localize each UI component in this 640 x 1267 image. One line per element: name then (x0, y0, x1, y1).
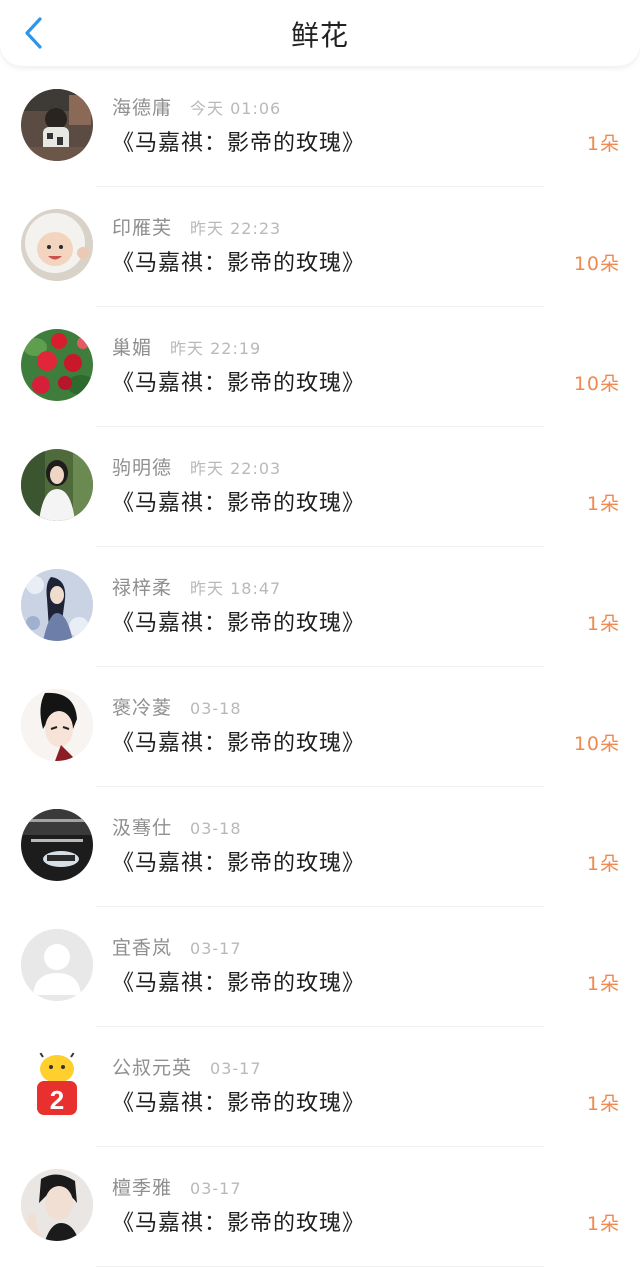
list-item[interactable]: 禄梓柔 昨天 18:47 《马嘉祺：影帝的玫瑰》 1朵 (0, 547, 640, 667)
gift-list: 海德庸 今天 01:06 《马嘉祺：影帝的玫瑰》 1朵 印雁芙 昨天 22:23… (0, 67, 640, 1267)
gift-title: 《马嘉祺：影帝的玫瑰》 (112, 1211, 366, 1236)
list-item[interactable]: 汲骞仕 03-18 《马嘉祺：影帝的玫瑰》 1朵 (0, 787, 640, 907)
gift-title: 《马嘉祺：影帝的玫瑰》 (112, 611, 366, 636)
timestamp: 昨天 22:19 (170, 339, 262, 358)
timestamp: 昨天 22:03 (190, 459, 282, 478)
bee-badge-icon: 2 (21, 1049, 93, 1121)
top-nav-bar: 鲜花 (0, 0, 640, 66)
sender-name: 褒冷菱 (112, 697, 173, 719)
gift-title: 《马嘉祺：影帝的玫瑰》 (112, 371, 366, 396)
timestamp: 03-17 (190, 939, 242, 958)
avatar[interactable] (21, 569, 93, 641)
flower-count: 1朵 (586, 613, 620, 635)
avatar[interactable] (21, 689, 93, 761)
timestamp: 今天 01:06 (190, 99, 282, 118)
avatar[interactable] (21, 209, 93, 281)
sender-name: 檀季雅 (112, 1177, 173, 1199)
gift-title: 《马嘉祺：影帝的玫瑰》 (112, 491, 366, 516)
sender-name: 宜香岚 (112, 937, 173, 959)
flower-count: 1朵 (586, 973, 620, 995)
avatar[interactable]: 2 (21, 1049, 93, 1121)
flower-count: 1朵 (586, 1093, 620, 1115)
list-item[interactable]: 2 公叔元英 03-17 《马嘉祺：影帝的玫瑰》 1朵 (0, 1027, 640, 1147)
timestamp: 03-17 (210, 1059, 262, 1078)
avatar[interactable] (21, 449, 93, 521)
avatar[interactable] (21, 809, 93, 881)
sender-name: 印雁芙 (112, 217, 173, 239)
list-item[interactable]: 褒冷菱 03-18 《马嘉祺：影帝的玫瑰》 10朵 (0, 667, 640, 787)
list-item[interactable]: 檀季雅 03-17 《马嘉祺：影帝的玫瑰》 1朵 (0, 1147, 640, 1267)
gift-title: 《马嘉祺：影帝的玫瑰》 (112, 851, 366, 876)
sender-name: 巢媚 (112, 337, 153, 359)
flower-count: 1朵 (586, 133, 620, 155)
flower-count: 10朵 (573, 373, 620, 395)
gift-title: 《马嘉祺：影帝的玫瑰》 (112, 251, 366, 276)
avatar[interactable] (21, 89, 93, 161)
avatar[interactable] (21, 1169, 93, 1241)
page-title: 鲜花 (290, 19, 349, 52)
gift-title: 《马嘉祺：影帝的玫瑰》 (112, 971, 366, 996)
timestamp: 03-17 (190, 1179, 242, 1198)
avatar[interactable] (21, 329, 93, 401)
sender-name: 禄梓柔 (112, 577, 173, 599)
avatar[interactable] (21, 929, 93, 1001)
list-item[interactable]: 巢媚 昨天 22:19 《马嘉祺：影帝的玫瑰》 10朵 (0, 307, 640, 427)
svg-text:2: 2 (50, 1085, 64, 1115)
timestamp: 03-18 (190, 699, 242, 718)
timestamp: 昨天 18:47 (190, 579, 282, 598)
timestamp: 03-18 (190, 819, 242, 838)
flower-count: 10朵 (573, 733, 620, 755)
gift-title: 《马嘉祺：影帝的玫瑰》 (112, 731, 366, 756)
flower-count: 1朵 (586, 1213, 620, 1235)
sender-name: 汲骞仕 (112, 817, 173, 839)
sender-name: 公叔元英 (112, 1057, 193, 1079)
flower-gift-page: 鲜花 海德庸 今天 01:06 《马嘉祺：影帝的玫瑰》 1朵 印雁芙 昨天 22… (0, 0, 640, 1267)
list-item[interactable]: 印雁芙 昨天 22:23 《马嘉祺：影帝的玫瑰》 10朵 (0, 187, 640, 307)
gift-title: 《马嘉祺：影帝的玫瑰》 (112, 131, 366, 156)
flower-count: 10朵 (573, 253, 620, 275)
sender-name: 驹明德 (112, 457, 173, 479)
flower-count: 1朵 (586, 493, 620, 515)
sender-name: 海德庸 (112, 97, 173, 119)
list-item[interactable]: 驹明德 昨天 22:03 《马嘉祺：影帝的玫瑰》 1朵 (0, 427, 640, 547)
timestamp: 昨天 22:23 (190, 219, 282, 238)
list-item[interactable]: 海德庸 今天 01:06 《马嘉祺：影帝的玫瑰》 1朵 (0, 67, 640, 187)
gift-title: 《马嘉祺：影帝的玫瑰》 (112, 1091, 366, 1116)
default-avatar-icon (21, 929, 93, 1001)
list-item[interactable]: 宜香岚 03-17 《马嘉祺：影帝的玫瑰》 1朵 (0, 907, 640, 1027)
flower-count: 1朵 (586, 853, 620, 875)
